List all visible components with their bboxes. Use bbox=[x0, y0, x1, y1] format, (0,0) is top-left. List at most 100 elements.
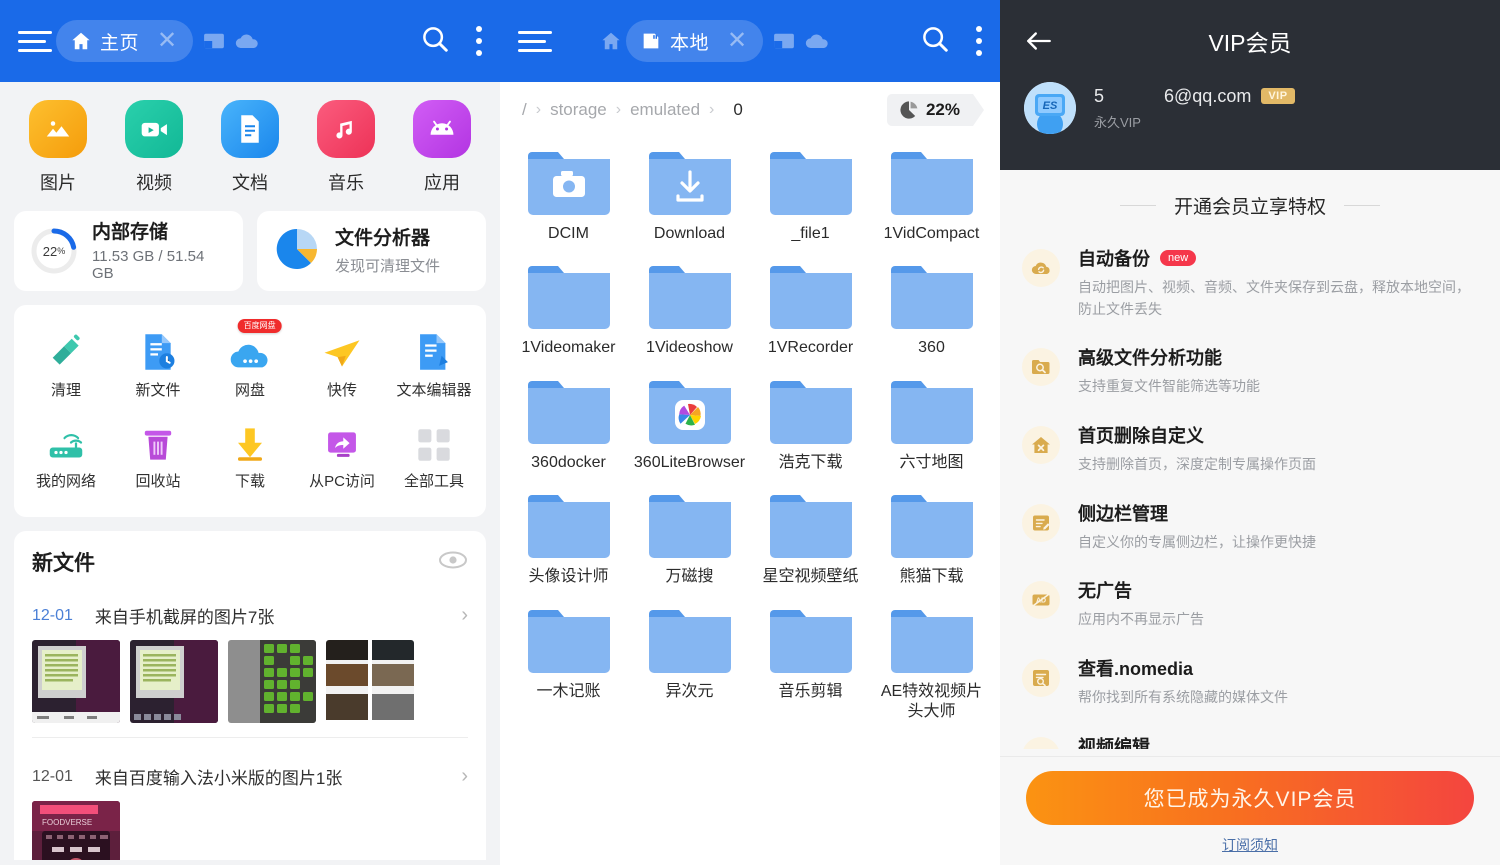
close-icon[interactable]: ✕ bbox=[717, 29, 757, 53]
search-icon[interactable] bbox=[420, 24, 450, 59]
entry-text: 来自百度输入法小米版的图片1张 bbox=[95, 764, 439, 789]
folder-icon bbox=[649, 264, 731, 330]
category-documents[interactable]: 文档 bbox=[207, 100, 293, 195]
perk-title-row: 无广告 bbox=[1078, 577, 1204, 603]
thumbnail[interactable] bbox=[130, 640, 218, 723]
perk-title-row: 高级文件分析功能 bbox=[1078, 344, 1260, 370]
file-item[interactable]: DCIM bbox=[508, 142, 629, 256]
file-item[interactable]: 异次元 bbox=[629, 600, 750, 735]
tool-pc-access[interactable]: 从PC访问 bbox=[296, 410, 388, 501]
file-browser-pane: 本地 ✕ / › storage › emu bbox=[500, 0, 1000, 865]
file-item[interactable]: 六寸地图 bbox=[871, 371, 992, 485]
breadcrumb-root[interactable]: / bbox=[522, 100, 527, 120]
file-name: 360 bbox=[875, 338, 988, 358]
file-name: 六寸地图 bbox=[875, 453, 988, 473]
file-item[interactable]: 360docker bbox=[508, 371, 629, 485]
perk-desc: 支持删除首页，深度定制专属操作页面 bbox=[1078, 454, 1316, 476]
back-arrow-icon[interactable] bbox=[1024, 26, 1054, 56]
file-item[interactable]: 浩克下载 bbox=[750, 371, 871, 485]
file-item[interactable]: AE特效视频片头大师 bbox=[871, 600, 992, 735]
file-item[interactable]: Download bbox=[629, 142, 750, 256]
perk-title: 查看.nomedia bbox=[1078, 655, 1193, 681]
close-icon[interactable]: ✕ bbox=[147, 29, 187, 53]
tool-all-tools[interactable]: 全部工具 bbox=[388, 410, 480, 501]
file-item[interactable]: 头像设计师 bbox=[508, 485, 629, 599]
file-analyzer-card[interactable]: 文件分析器 发现可清理文件 bbox=[257, 211, 486, 291]
new-file-entry[interactable]: 12-01 来自百度输入法小米版的图片1张 › bbox=[32, 764, 468, 789]
folder-icon bbox=[891, 493, 973, 559]
file-item[interactable]: 1Videomaker bbox=[508, 256, 629, 370]
new-file-entry[interactable]: 12-01 来自手机截屏的图片7张 › bbox=[32, 603, 468, 628]
tool-recycle-bin[interactable]: 回收站 bbox=[112, 410, 204, 501]
image-icon bbox=[29, 100, 87, 158]
eye-icon[interactable] bbox=[438, 550, 468, 575]
home-content: 图片 视频 文档 音乐 bbox=[0, 82, 500, 865]
tool-quick-send[interactable]: 快传 bbox=[296, 319, 388, 410]
perk-title: 无广告 bbox=[1078, 577, 1132, 603]
folder-icon bbox=[891, 379, 973, 445]
file-item[interactable]: _file1 bbox=[750, 142, 871, 256]
perk-desc: 帮你找到所有系统隐藏的媒体文件 bbox=[1078, 687, 1288, 709]
tool-download[interactable]: 下载 bbox=[204, 410, 296, 501]
edit-list-icon bbox=[1022, 504, 1060, 542]
perk-title: 首页删除自定义 bbox=[1078, 422, 1204, 448]
internal-storage-card[interactable]: 22% 内部存储 11.53 GB / 51.54 GB bbox=[14, 211, 243, 291]
file-item[interactable]: 1Videoshow bbox=[629, 256, 750, 370]
thumbnail[interactable] bbox=[228, 640, 316, 723]
tab-local[interactable]: 本地 ✕ bbox=[626, 20, 763, 62]
file-item[interactable]: 音乐剪辑 bbox=[750, 600, 871, 735]
category-label: 视频 bbox=[111, 169, 197, 195]
hamburger-icon[interactable] bbox=[518, 28, 552, 54]
pc-access-icon bbox=[296, 418, 388, 462]
chevron-right-icon[interactable]: › bbox=[461, 604, 468, 627]
home-icon[interactable] bbox=[600, 30, 622, 52]
search-icon[interactable] bbox=[920, 24, 950, 59]
tool-new-file[interactable]: 新文件 bbox=[112, 319, 204, 410]
thumbnail[interactable]: FOODVERSE bbox=[32, 801, 120, 860]
vip-account-row[interactable]: ES 5 6@qq.com VIP 永久VIP bbox=[1000, 82, 1500, 134]
cloud-icon[interactable] bbox=[805, 33, 829, 50]
tool-cloud-disk[interactable]: 百度网盘 网盘 bbox=[204, 319, 296, 410]
file-item[interactable]: 万磁搜 bbox=[629, 485, 750, 599]
file-name: 1VRecorder bbox=[754, 338, 867, 358]
file-item[interactable]: 星空视频壁纸 bbox=[750, 485, 871, 599]
breadcrumb-current[interactable]: 0 bbox=[733, 100, 742, 120]
more-vertical-icon[interactable] bbox=[476, 26, 482, 56]
storage-usage-badge[interactable]: 22% bbox=[887, 94, 984, 126]
file-item[interactable]: 一木记账 bbox=[508, 600, 629, 735]
tool-label: 下载 bbox=[204, 470, 296, 491]
category-apps[interactable]: 应用 bbox=[399, 100, 485, 195]
category-images[interactable]: 图片 bbox=[15, 100, 101, 195]
entry-text: 来自手机截屏的图片7张 bbox=[95, 603, 439, 628]
thumbnail[interactable] bbox=[32, 640, 120, 723]
vip-cta-button[interactable]: 您已成为永久VIP会员 bbox=[1026, 771, 1474, 825]
tab-home[interactable]: 主页 ✕ bbox=[56, 20, 193, 62]
perk-title-row: 侧边栏管理 bbox=[1078, 500, 1316, 526]
category-videos[interactable]: 视频 bbox=[111, 100, 197, 195]
window-icon[interactable] bbox=[203, 32, 225, 50]
entry-date: 12-01 bbox=[32, 607, 73, 625]
more-vertical-icon[interactable] bbox=[976, 26, 982, 56]
category-music[interactable]: 音乐 bbox=[303, 100, 389, 195]
hamburger-icon[interactable] bbox=[18, 28, 52, 54]
cloud-icon[interactable] bbox=[235, 33, 259, 50]
thumbnail[interactable] bbox=[326, 640, 414, 723]
folder-icon bbox=[649, 608, 731, 674]
chevron-right-icon[interactable]: › bbox=[461, 765, 468, 788]
subscription-terms-link[interactable]: 订阅须知 bbox=[1026, 835, 1474, 855]
file-item[interactable]: 1VRecorder bbox=[750, 256, 871, 370]
app-screenshot: 主页 ✕ bbox=[0, 0, 1500, 865]
window-icon[interactable] bbox=[773, 32, 795, 50]
tool-my-network[interactable]: 我的网络 bbox=[20, 410, 112, 501]
svg-text:FOODVERSE: FOODVERSE bbox=[42, 818, 92, 827]
pie-chart-icon bbox=[273, 225, 321, 278]
tool-clean[interactable]: 清理 bbox=[20, 319, 112, 410]
file-item[interactable]: 360 bbox=[871, 256, 992, 370]
home-remove-icon bbox=[1022, 426, 1060, 464]
file-item[interactable]: 1VidCompact bbox=[871, 142, 992, 256]
file-item[interactable]: 熊猫下载 bbox=[871, 485, 992, 599]
file-item[interactable]: 360LiteBrowser bbox=[629, 371, 750, 485]
breadcrumb-part[interactable]: emulated bbox=[630, 100, 700, 120]
tool-text-editor[interactable]: 文本编辑器 bbox=[388, 319, 480, 410]
breadcrumb-part[interactable]: storage bbox=[550, 100, 607, 120]
